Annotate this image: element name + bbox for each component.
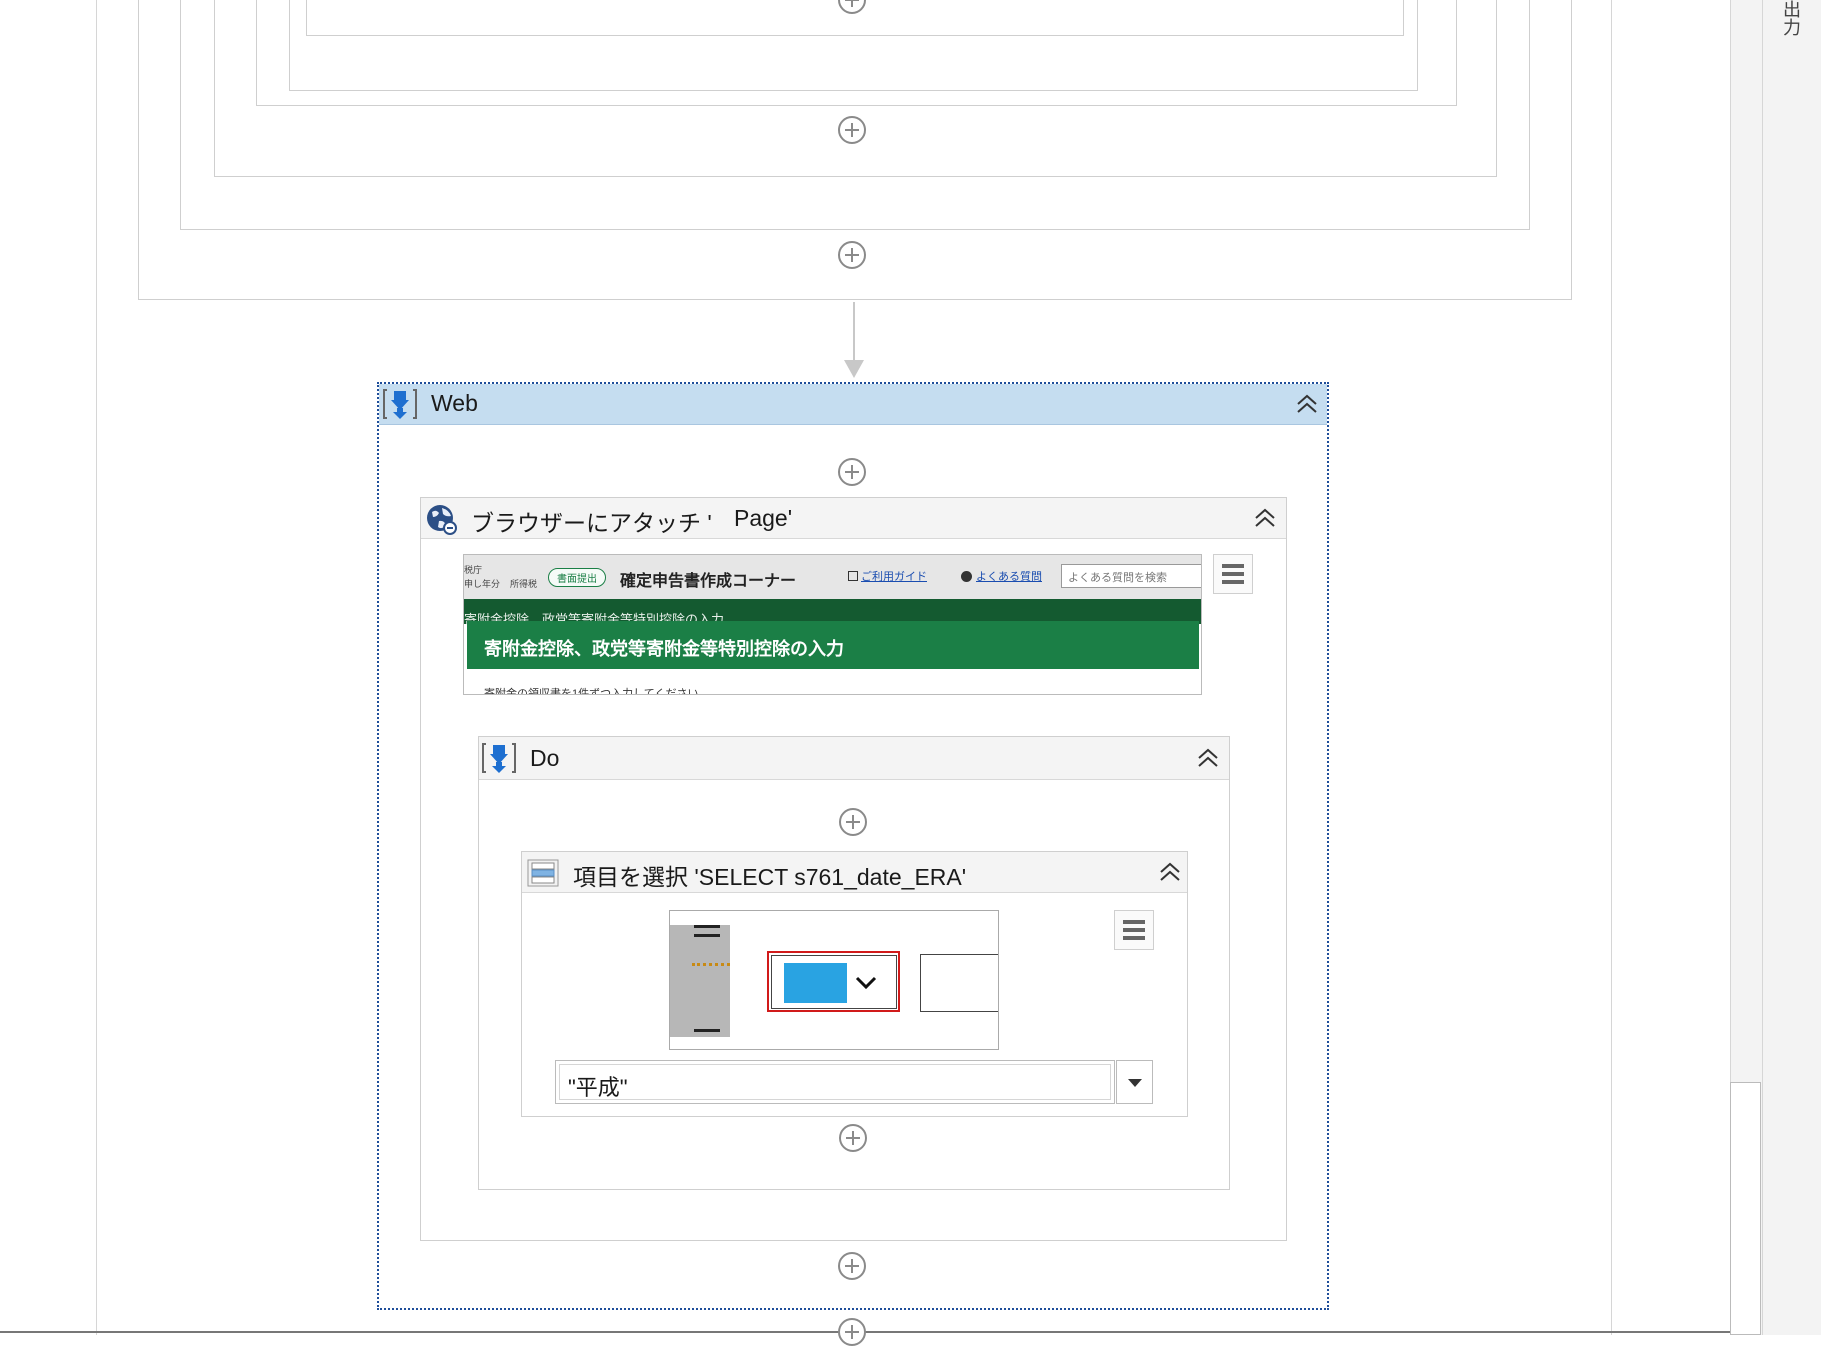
web-sequence-header[interactable]: Web bbox=[379, 384, 1327, 425]
collapse-icon[interactable] bbox=[1295, 392, 1319, 416]
connector-line bbox=[853, 302, 855, 362]
preview-search-box: よくある質問を検索 bbox=[1061, 564, 1201, 588]
preview-dotted-line bbox=[692, 963, 730, 966]
preview-faq-link: よくある質問 bbox=[976, 571, 1042, 583]
select-item-title: 項目を選択 'SELECT s761_date_ERA' bbox=[573, 864, 967, 890]
menu-icon[interactable] bbox=[1114, 910, 1154, 950]
menu-icon[interactable] bbox=[1213, 554, 1253, 594]
preview-adjacent-box bbox=[920, 954, 998, 1012]
preview-help-icon bbox=[961, 571, 972, 582]
sequence-icon bbox=[383, 389, 417, 419]
select-item-activity[interactable]: 項目を選択 'SELECT s761_date_ERA' "平成" bbox=[521, 851, 1188, 1117]
add-activity-icon[interactable] bbox=[838, 241, 866, 269]
preview-site-title: 確定申告書作成コーナー bbox=[620, 573, 797, 590]
preview-agency-line1: 税庁 bbox=[464, 565, 483, 575]
preview-glyph-top bbox=[694, 925, 720, 937]
preview-agency-line3: 所得税 bbox=[510, 579, 538, 589]
connector-arrow-icon bbox=[844, 360, 864, 378]
select-value-dropdown-button[interactable] bbox=[1116, 1060, 1153, 1104]
preview-guide-icon bbox=[848, 571, 858, 581]
attach-browser-title: ブラウザーにアタッチ ' bbox=[471, 510, 712, 536]
select-value-text: "平成" bbox=[568, 1075, 628, 1100]
attach-browser-header[interactable]: ブラウザーにアタッチ ' Page' bbox=[421, 498, 1286, 539]
do-sequence[interactable]: Do 項目を選択 'SELECT s761_date_ERA' "平成" bbox=[478, 736, 1230, 1190]
add-activity-icon[interactable] bbox=[838, 1318, 866, 1346]
collapse-icon[interactable] bbox=[1253, 506, 1277, 530]
select-value-input[interactable]: "平成" bbox=[555, 1060, 1115, 1104]
globe-icon bbox=[427, 505, 457, 535]
right-panel-divider bbox=[1762, 0, 1763, 1335]
web-sequence-title: Web bbox=[431, 390, 478, 416]
add-activity-icon[interactable] bbox=[838, 458, 866, 486]
select-value-inner bbox=[559, 1064, 1111, 1100]
collapse-icon[interactable] bbox=[1196, 746, 1220, 770]
preview-select-highlight bbox=[784, 963, 847, 1003]
add-activity-icon[interactable] bbox=[839, 1124, 867, 1152]
add-activity-icon[interactable] bbox=[838, 1252, 866, 1280]
preview-green-heading: 寄附金控除、政党等寄附金等特別控除の入力 bbox=[484, 639, 844, 659]
preview-guide-link: ご利用ガイド bbox=[861, 571, 927, 583]
select-list-icon bbox=[527, 859, 559, 887]
web-sequence[interactable]: Web ブラウザーにアタッチ ' Page' 税庁 申し年分 所得税 書面提出 … bbox=[377, 382, 1329, 1310]
do-sequence-title: Do bbox=[530, 745, 560, 771]
right-panel-label[interactable]: 出力 bbox=[1781, 0, 1804, 36]
add-activity-icon[interactable] bbox=[838, 116, 866, 144]
chevron-down-icon bbox=[855, 976, 877, 990]
canvas-bottom-border bbox=[0, 1331, 1821, 1333]
preview-bottom-text: 寄附金の領収書を1件ずつ入力してください bbox=[484, 688, 699, 695]
canvas-right-border bbox=[1611, 0, 1612, 1335]
collapse-icon[interactable] bbox=[1158, 860, 1182, 884]
preview-agency-line2: 申し年分 bbox=[464, 579, 501, 589]
preview-glyph-bottom bbox=[694, 1029, 720, 1039]
preview-badge: 書面提出 bbox=[548, 568, 606, 587]
preview-gray-column bbox=[670, 925, 730, 1037]
element-preview-image bbox=[669, 910, 999, 1050]
attach-browser-activity[interactable]: ブラウザーにアタッチ ' Page' 税庁 申し年分 所得税 書面提出 確定申告… bbox=[420, 497, 1287, 1241]
dropdown-arrow-icon bbox=[1128, 1079, 1142, 1087]
attach-browser-title-suffix: Page' bbox=[734, 505, 793, 531]
browser-preview-image: 税庁 申し年分 所得税 書面提出 確定申告書作成コーナー ご利用ガイド よくある… bbox=[463, 554, 1202, 695]
do-sequence-header[interactable]: Do bbox=[479, 737, 1229, 780]
vertical-scrollbar-thumb[interactable] bbox=[1730, 1082, 1761, 1335]
sequence-icon bbox=[482, 743, 516, 773]
select-item-header[interactable]: 項目を選択 'SELECT s761_date_ERA' bbox=[522, 852, 1187, 893]
add-activity-icon[interactable] bbox=[839, 808, 867, 836]
canvas-left-border bbox=[96, 0, 97, 1335]
